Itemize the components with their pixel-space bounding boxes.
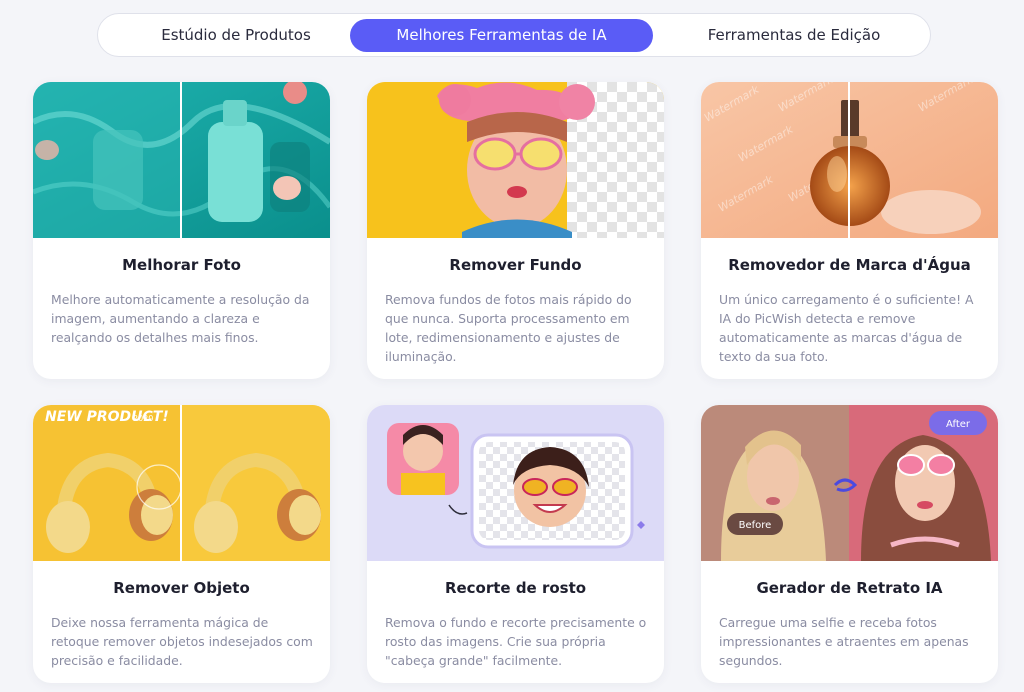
card-description: Carregue uma selfie e receba fotos impre…	[719, 615, 969, 668]
tab-ferramentas-de-edicao[interactable]: Ferramentas de Edição	[674, 19, 914, 52]
card-description: Um único carregamento é o suficiente! A …	[719, 292, 974, 364]
card-image-perfume-watermark: Watermark Watermark Watermark Watermark …	[701, 82, 998, 238]
tool-card-melhorar-foto[interactable]: Melhorar Foto Melhore automaticamente a …	[33, 82, 330, 379]
card-title: Removedor de Marca d'Água	[728, 256, 971, 274]
card-image-portrait-before-after: Before After	[701, 405, 998, 561]
tool-card-recorte-de-rosto[interactable]: Recorte de rosto Remova o fundo e recort…	[367, 405, 664, 683]
card-description: Melhore automaticamente a resolução da i…	[51, 292, 310, 345]
card-image-face-cutout	[367, 405, 664, 561]
tool-card-removedor-de-marca-dagua[interactable]: Watermark Watermark Watermark Watermark …	[701, 82, 998, 379]
card-image-teal-bottles	[33, 82, 330, 238]
svg-text:After: After	[946, 419, 971, 430]
tool-card-gerador-de-retrato-ia[interactable]: Before After Gerador de Retrato IA Carre…	[701, 405, 998, 683]
card-description: Remova fundos de fotos mais rápido do qu…	[385, 292, 632, 364]
card-image-yellow-headphones: NEW PRODUCT! 2020	[33, 405, 330, 561]
tool-card-remover-fundo[interactable]: Remover Fundo Remova fundos de fotos mai…	[367, 82, 664, 379]
tool-category-tabs: Estúdio de Produtos Melhores Ferramentas…	[97, 13, 931, 57]
card-description: Remova o fundo e recorte precisamente o …	[385, 615, 647, 668]
svg-text:Before: Before	[739, 520, 772, 531]
svg-text:2020: 2020	[133, 414, 153, 423]
card-title: Recorte de rosto	[444, 579, 587, 597]
card-title: Remover Fundo	[449, 256, 582, 274]
card-image-woman-background-removal	[367, 82, 664, 238]
tool-card-remover-objeto[interactable]: NEW PRODUCT! 2020 Remover Objeto Deixe n…	[33, 405, 330, 683]
card-title: Melhorar Foto	[122, 256, 241, 274]
tab-estudio-de-produtos[interactable]: Estúdio de Produtos	[112, 19, 360, 52]
card-title: Gerador de Retrato IA	[756, 579, 943, 597]
tab-melhores-ferramentas-de-ia[interactable]: Melhores Ferramentas de IA	[350, 19, 653, 52]
card-title: Remover Objeto	[113, 579, 250, 597]
card-description: Deixe nossa ferramenta mágica de retoque…	[51, 615, 313, 668]
